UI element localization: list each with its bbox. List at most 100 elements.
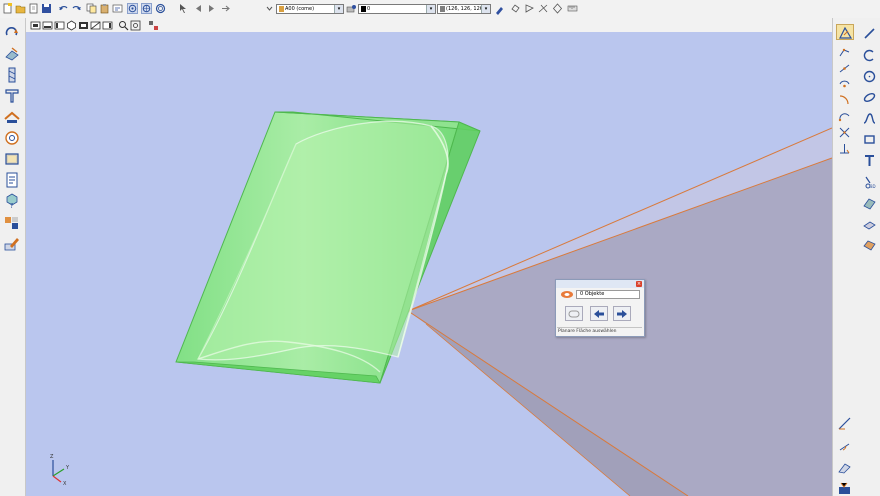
open-folder-icon[interactable]: [15, 3, 26, 14]
view-side-icon[interactable]: [54, 20, 65, 31]
beam-icon[interactable]: [3, 87, 21, 105]
roof-icon[interactable]: [3, 108, 21, 126]
zoom-extents-icon[interactable]: [130, 20, 141, 31]
solid-tool-icon[interactable]: [860, 236, 878, 254]
text-tool-icon[interactable]: [860, 151, 878, 169]
document-icon[interactable]: [3, 171, 21, 189]
x-axis-line: [52, 475, 62, 483]
undo-icon[interactable]: [58, 3, 69, 14]
view-iso-icon[interactable]: [66, 20, 77, 31]
color-chevron-down-icon[interactable]: ▾: [426, 5, 435, 13]
view-top-icon[interactable]: [30, 20, 41, 31]
3d-text-icon[interactable]: 3D: [860, 173, 878, 191]
redraw-icon[interactable]: [3, 24, 21, 42]
snap-quadrant-icon[interactable]: [837, 109, 851, 123]
ellipse-tool-icon[interactable]: [860, 88, 878, 106]
color-swatch-icon: [361, 6, 366, 12]
forward-arrow-icon[interactable]: [221, 3, 232, 14]
spline-tool-icon[interactable]: [860, 109, 878, 127]
3d-scene[interactable]: Z Y X: [26, 32, 832, 496]
surface-tool-icon[interactable]: [860, 194, 878, 212]
rgb-select[interactable]: (126, 126, 126) ▾: [437, 4, 491, 14]
color-select[interactable]: 0 ▾: [358, 4, 436, 14]
green-solid[interactable]: [175, 111, 481, 384]
dimension-icon[interactable]: [837, 416, 851, 430]
close-icon[interactable]: ×: [636, 281, 642, 287]
snap-endpoint-icon[interactable]: [837, 45, 851, 59]
copy-icon[interactable]: [86, 3, 97, 14]
layers-icon[interactable]: [3, 214, 21, 232]
pencil-edit-icon[interactable]: [3, 235, 21, 253]
view-left-icon[interactable]: [102, 20, 113, 31]
y-axis-line: [52, 468, 65, 477]
x-axis-label: X: [63, 481, 67, 487]
rectangle-tool-icon[interactable]: [860, 130, 878, 148]
link-button[interactable]: [565, 306, 583, 321]
view-toolbar: [26, 18, 832, 33]
angle-dimension-icon[interactable]: [837, 438, 851, 452]
column-icon[interactable]: [3, 66, 21, 84]
line-tool-icon[interactable]: [860, 24, 878, 42]
extend-icon[interactable]: [552, 3, 563, 14]
orbit-view-icon[interactable]: [127, 3, 138, 14]
rotate-object-icon[interactable]: [510, 3, 521, 14]
snap-perpendicular-icon[interactable]: [837, 141, 851, 155]
trim-icon[interactable]: [538, 3, 549, 14]
back-arrow-icon[interactable]: [193, 3, 204, 14]
surface-select-dialog: × 0 Objekte Planare Fläche auswählen: [555, 279, 645, 337]
new-file-icon[interactable]: [2, 3, 13, 14]
properties-icon[interactable]: [112, 3, 123, 14]
layer-select[interactable]: A00 (come) ▾: [276, 4, 344, 14]
measure-icon[interactable]: [567, 3, 578, 14]
arrow-left-icon: [594, 309, 604, 318]
mirror-icon[interactable]: [524, 3, 535, 14]
paste-icon[interactable]: [99, 3, 110, 14]
previous-button[interactable]: [590, 306, 608, 321]
zoom-view-icon[interactable]: [155, 3, 166, 14]
y-axis-label: Y: [65, 465, 70, 471]
axis-indicator: Z Y X: [50, 454, 70, 487]
layer-manager-icon[interactable]: [346, 4, 357, 15]
layer-chevron-down-icon[interactable]: ▾: [334, 5, 343, 13]
right-outer-toolbar: 3D: [855, 18, 880, 496]
save-icon[interactable]: [41, 3, 52, 14]
view-bottom-icon[interactable]: [90, 20, 101, 31]
snap-mode-icon[interactable]: [836, 24, 854, 40]
snap-midpoint-icon[interactable]: [837, 61, 851, 75]
view-back-icon[interactable]: [78, 20, 89, 31]
layer-swatch-icon: [279, 6, 284, 12]
snap-center-icon[interactable]: [837, 77, 851, 91]
rotate-view-icon[interactable]: [141, 3, 152, 14]
pen-style-icon[interactable]: [494, 4, 505, 15]
surface-pick-icon[interactable]: [560, 290, 574, 299]
circle-tool-icon[interactable]: [3, 129, 21, 147]
open-recent-icon[interactable]: [28, 3, 39, 14]
arrow-right-icon: [617, 309, 627, 318]
snap-intersection-icon[interactable]: [837, 125, 851, 139]
play-icon[interactable]: [206, 3, 217, 14]
layer-dropdown-icon[interactable]: [264, 3, 275, 14]
select-arrow-icon[interactable]: [178, 3, 189, 14]
zoom-icon[interactable]: [118, 20, 129, 31]
snap-arc-icon[interactable]: [837, 93, 851, 107]
redo-icon[interactable]: [71, 3, 82, 14]
color-select-value: 0: [367, 6, 371, 12]
right-inner-toolbar: [832, 18, 856, 496]
query-icon[interactable]: ?: [3, 192, 21, 210]
section-icon[interactable]: [837, 481, 851, 495]
extrude-tool-icon[interactable]: [860, 215, 878, 233]
next-button[interactable]: [613, 306, 631, 321]
arc-tool-icon[interactable]: [860, 46, 878, 64]
edit-object-icon[interactable]: [3, 45, 21, 63]
panel-icon[interactable]: [3, 150, 21, 168]
rgb-chevron-down-icon[interactable]: ▾: [481, 5, 490, 13]
link-icon: [568, 310, 580, 317]
circle-draw-icon[interactable]: [860, 67, 878, 85]
label-icon[interactable]: [837, 460, 851, 474]
dialog-titlebar[interactable]: [556, 280, 644, 288]
view-settings-icon[interactable]: [148, 20, 159, 31]
dialog-status-text: Planare Fläche auswählen: [557, 327, 642, 335]
3d-viewport[interactable]: Z Y X: [26, 32, 832, 496]
view-front-icon[interactable]: [42, 20, 53, 31]
z-axis-label: Z: [50, 454, 54, 460]
